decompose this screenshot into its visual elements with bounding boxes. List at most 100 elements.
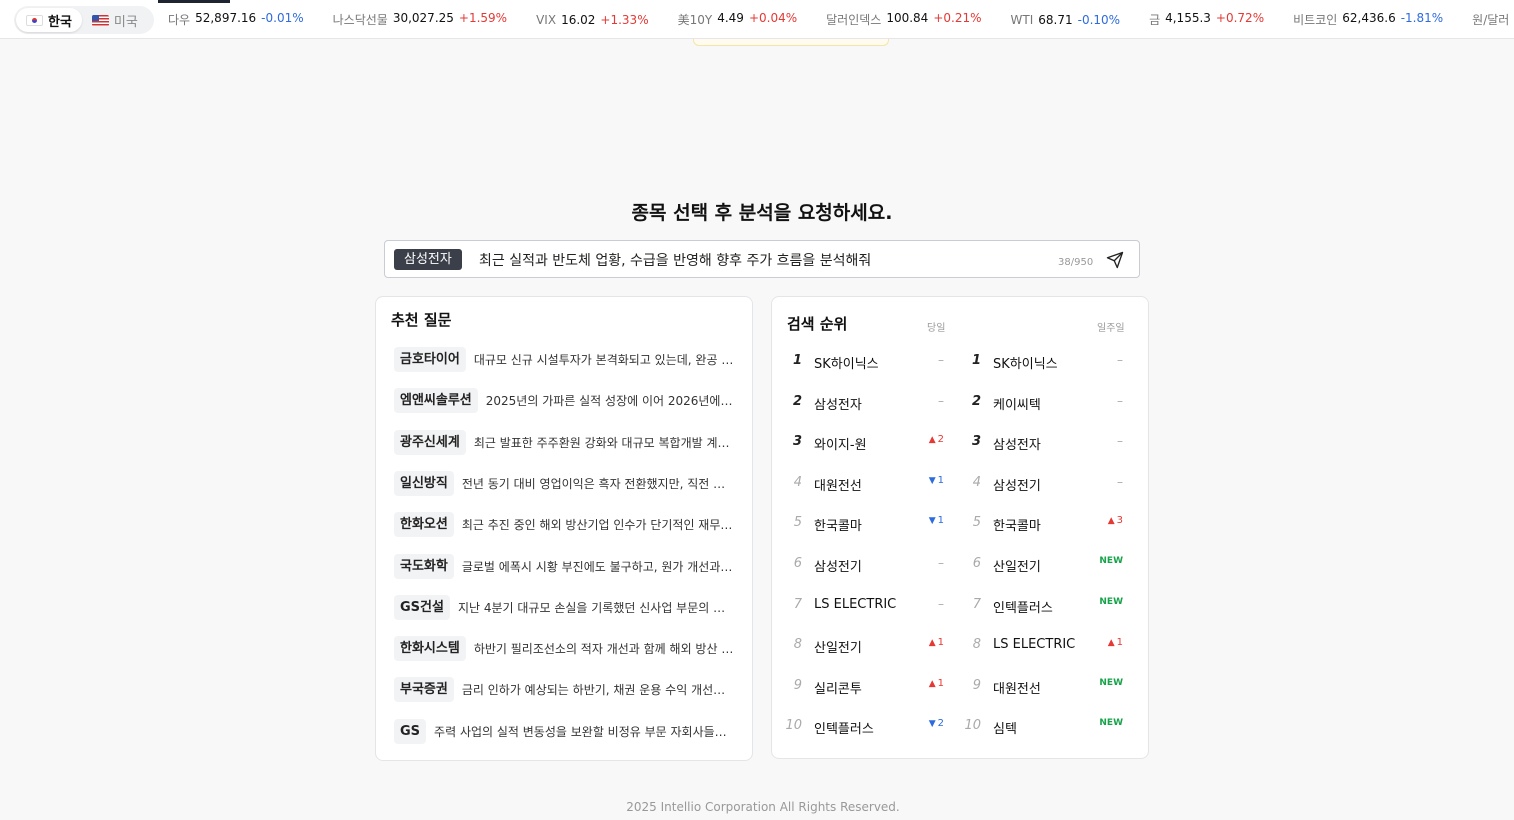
rank-number: 2 [971,393,981,409]
ticker-name: 달러인덱스 [826,13,882,27]
ranking-row-weekly[interactable]: 4 삼성전기 – [959,475,1123,495]
ticker-item[interactable]: 달러인덱스 100.84 +0.21% [826,11,981,28]
rank-change: ▲ 1 [904,678,944,689]
ranking-row-daily[interactable]: 6 삼성전기 – [780,556,944,576]
recommended-question-item[interactable]: GS건설 지난 4분기 대규모 손실을 기록했던 신사업 부문의 리스크는 해소되… [394,594,734,620]
stock-name: SK하이닉스 [814,357,879,372]
recommended-question-item[interactable]: 한화시스템 하반기 필리조선소의 적자 개선과 함께 해외 방산 직수출 확대 가… [394,636,734,662]
ticker-name: 원/달러 [1472,13,1510,27]
rank-number: 3 [792,434,802,450]
ticker-value: 4.49 [717,11,744,25]
stock-name: 인텍플러스 [993,600,1053,616]
recommended-question-item[interactable]: 엠앤씨솔루션 2025년의 가파른 실적 성장에 이어 2026년에도 성장세가 … [394,388,734,414]
ranking-row-daily[interactable]: 8 산일전기 ▲ 1 [780,637,944,657]
rank-change: ▲ 2 [904,434,944,445]
recommended-question-item[interactable]: GS 주력 사업의 실적 변동성을 보완할 비정유 부문 자회사들의 성장 전략은… [394,718,734,744]
recommended-question-item[interactable]: 국도화학 글로벌 에폭시 시황 부진에도 불구하고, 원가 개선과 고부가 제품 … [394,553,734,579]
market-ticker-bar: 한국 미국 다우 52,897.16 -0.01% 나스닥선물 30,027.25 +1.… [0,0,1514,39]
stock-name: 삼성전자 [814,397,862,413]
ticker-item[interactable]: 원/달러1,532.98+0.18% [1472,11,1510,28]
tab-korea[interactable]: 한국 [16,8,82,32]
stock-name: SK하이닉스 [993,357,1058,372]
send-icon [1106,251,1124,269]
arrow-down-icon: ▼ [928,719,936,730]
ranking-row-daily[interactable]: 7 LS ELECTRIC – [780,597,944,617]
recommended-question-item[interactable]: 한화오션 최근 추진 중인 해외 방산기업 인수가 단기적인 재무 부담으로 이어… [394,512,734,538]
ranking-row-weekly[interactable]: 2 케이씨텍 – [959,394,1123,414]
rank-change: – [938,596,944,611]
query-bar[interactable]: 삼성전자 최근 실적과 반도체 업황, 수급을 반영해 향후 주가 흐름을 분석… [384,240,1140,278]
ticker-change: +1.33% [600,12,649,27]
send-button[interactable] [1103,249,1127,271]
rank-change: ▼ 2 [904,718,944,729]
ranking-row-weekly[interactable]: 8 LS ELECTRIC ▲ 1 [959,637,1123,657]
change-value: 2 [937,718,944,730]
rank-change: ▲ 1 [1083,637,1123,648]
ranking-row-daily[interactable]: 9 실리콘투 ▲ 1 [780,678,944,698]
stock-name: 대원전선 [993,681,1041,697]
ranking-row-daily[interactable]: 5 한국콜마 ▼ 1 [780,515,944,535]
rank-number: 7 [972,596,981,612]
stock-chip: 부국증권 [394,677,454,703]
ranking-row-weekly[interactable]: 9 대원전선 NEW [959,678,1123,698]
rank-number: 10 [964,718,981,734]
stock-chip: 금호타이어 [394,347,466,372]
stock-name: 실리콘투 [814,681,862,697]
stock-chip: 한화오션 [394,512,454,538]
stock-name: 와이지-원 [814,438,867,454]
ticker-item[interactable]: 다우 52,897.16 -0.01% [168,11,304,28]
change-value: 3 [1116,515,1123,527]
ranking-row-daily[interactable]: 2 삼성전자 – [780,394,944,414]
rank-change: – [1117,434,1123,449]
ranking-row-daily[interactable]: 4 대원전선 ▼ 1 [780,475,944,495]
ticker-name: 美10Y [677,13,713,27]
ticker-change: +0.21% [933,11,982,25]
ranking-row-weekly[interactable]: 5 한국콜마 ▲ 3 [959,515,1123,535]
ticker-item[interactable]: 美10Y 4.49 +0.04% [678,11,798,28]
arrow-down-icon: ▼ [928,475,936,486]
ranking-row-daily[interactable]: 1 SK하이닉스 – [780,353,944,373]
recommended-question-item[interactable]: 광주신세계 최근 발표한 주주환원 강화와 대규모 복합개발 계획이 주가에 미칠… [394,429,734,455]
selected-stock-chip[interactable]: 삼성전자 [394,249,462,270]
rank-number: 2 [792,393,802,409]
stock-name: 산일전기 [814,641,862,657]
ticker-item[interactable]: 비트코인 62,436.6 -1.81% [1293,11,1443,28]
arrow-up-icon: ▲ [928,678,936,689]
ticker-item[interactable]: 나스닥선물 30,027.25 +1.59% [333,11,507,28]
question-text: 최근 추진 중인 해외 방산기업 인수가 단기적인 재무 부담으로 이어질까? [461,518,734,533]
tab-usa[interactable]: 미국 [82,8,148,32]
notice-strip [693,39,889,46]
rank-number: 6 [793,556,802,571]
stock-name: 삼성전기 [814,560,862,575]
country-toggle[interactable]: 한국 미국 [14,6,154,34]
ranking-row-weekly[interactable]: 3 삼성전자 – [959,434,1123,454]
ticker-item[interactable]: VIX 16.02 +1.33% [536,13,649,27]
stock-name: 한국콜마 [814,519,862,535]
ranking-title: 검색 순위 [787,315,848,333]
recommended-question-item[interactable]: 부국증권 금리 인하가 예상되는 하반기, 채권 운용 수익 개선과 배당 확대 … [394,677,734,703]
tab-korea-label: 한국 [48,14,72,30]
rank-number: 8 [793,637,802,653]
ticker-item[interactable]: 금 4,155.3 +0.72% [1149,11,1264,28]
ticker-item[interactable]: WTI 68.71 -0.10% [1011,13,1121,27]
recommended-question-item[interactable]: 일신방직 전년 동기 대비 영업이익은 흑자 전환했지만, 직전 분기 대비 감소… [394,470,734,496]
recommended-questions-panel: 추천 질문 금호타이어 대규모 신규 시설투자가 본격화되고 있는데, 완공 후 … [375,296,753,761]
rank-number: 8 [972,637,981,653]
query-input[interactable]: 최근 실적과 반도체 업황, 수급을 반영해 향후 주가 흐름을 분석해줘 [479,250,871,270]
recommended-question-item[interactable]: 금호타이어 대규모 신규 시설투자가 본격화되고 있는데, 완공 후 생산능력 확… [394,347,734,372]
ranking-row-weekly[interactable]: 6 산일전기 NEW [959,556,1123,576]
ticker-value: 62,436.6 [1342,11,1396,25]
stock-name: 산일전기 [993,560,1041,575]
ranking-row-weekly[interactable]: 7 인텍플러스 NEW [959,597,1123,617]
tab-usa-label: 미국 [113,14,138,30]
rank-change: – [938,393,944,408]
ranking-row-weekly[interactable]: 1 SK하이닉스 – [959,353,1123,373]
ranking-row-daily[interactable]: 3 와이지-원 ▲ 2 [780,434,944,454]
arrow-down-icon: ▼ [928,516,936,527]
ticker-change: +1.59% [458,11,508,25]
ranking-row-daily[interactable]: 10 인텍플러스 ▼ 2 [780,718,944,738]
ranking-row-weekly[interactable]: 10 심텍 NEW [959,718,1123,738]
search-ranking-panel: 검색 순위 당일 일주일 1 SK하이닉스 –2 삼성전자 –3 와이지-원 ▲ 2 4 대원전선… [771,296,1149,759]
rank-change: – [1117,474,1123,489]
stock-chip: 국도화학 [394,553,454,579]
